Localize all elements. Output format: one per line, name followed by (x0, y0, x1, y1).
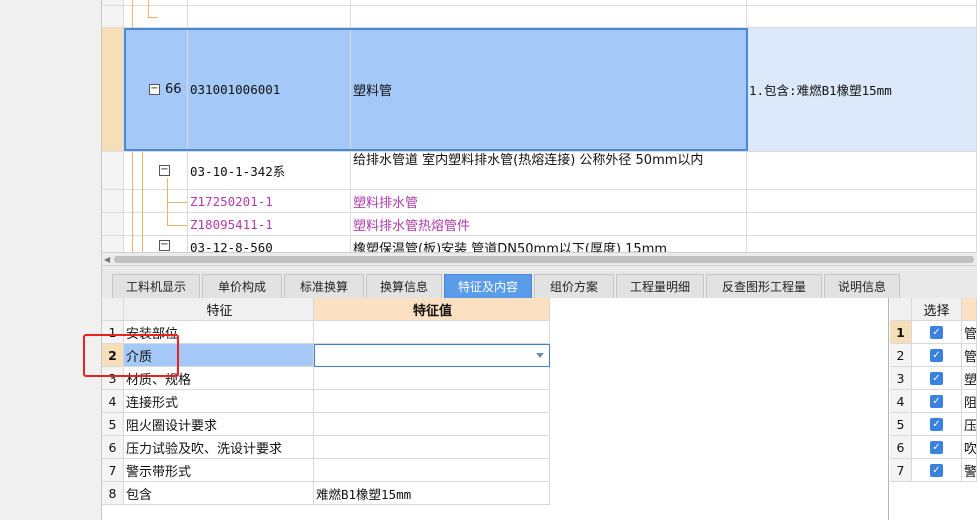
item-name[interactable]: 给排水管道 室内塑料排水管(热熔连接) 公称外径 50mm以内 (351, 152, 747, 189)
content-text[interactable]: 压 (962, 413, 977, 435)
content-text[interactable]: 塑 (962, 367, 977, 389)
collapse-icon[interactable]: − (159, 165, 170, 176)
row-number: 66 (165, 82, 182, 97)
tab-standard-conversion[interactable]: 标准换算 (284, 274, 364, 298)
feature-name[interactable]: 压力试验及吹、洗设计要求 (124, 436, 314, 458)
tab-pricing-plan[interactable]: 组价方案 (534, 274, 614, 298)
feature-value[interactable] (314, 390, 550, 412)
checkbox-checked-icon[interactable]: ✓ (930, 325, 943, 339)
scrollbar-thumb[interactable] (114, 256, 974, 263)
item-code[interactable]: 03-10-1-342系 (188, 152, 351, 189)
feature-row[interactable]: 8 包含 难燃B1橡塑15mm (102, 482, 550, 505)
feature-column-header[interactable]: 特征 (124, 298, 314, 320)
selection-row[interactable]: 1 ✓ 管 (890, 321, 977, 344)
collapse-icon[interactable]: − (159, 240, 170, 251)
selection-row[interactable]: 6 ✓ 吹 (890, 436, 977, 459)
feature-value[interactable]: 难燃B1橡塑15mm (314, 482, 550, 504)
content-column-header[interactable] (962, 298, 977, 320)
content-text[interactable]: 阻 (962, 390, 977, 412)
tab-unit-price[interactable]: 单价构成 (202, 274, 282, 298)
tab-conversion-info[interactable]: 换算信息 (366, 274, 442, 298)
item-name[interactable]: 塑料管 (351, 28, 747, 151)
checkbox-checked-icon[interactable]: ✓ (930, 394, 943, 408)
item-code[interactable]: 03-12-8-560 (188, 236, 351, 252)
item-name[interactable]: 塑料排水管热熔管件 (351, 213, 747, 235)
feature-row[interactable]: 4 连接形式 (102, 390, 550, 413)
tree-line (167, 202, 187, 203)
table-row[interactable]: Z17250201-1 塑料排水管 (102, 190, 977, 213)
tree-line (148, 17, 158, 18)
feature-value[interactable] (314, 367, 550, 389)
feature-name[interactable]: 安装部位 (124, 321, 314, 343)
feature-name[interactable]: 材质、规格 (124, 367, 314, 389)
table-row[interactable] (102, 6, 977, 28)
tab-quantity-detail[interactable]: 工程量明细 (616, 274, 704, 298)
table-row-selected[interactable]: − 66 031001006001 塑料管 1.包含:难燃B1橡塑15mm (102, 28, 977, 152)
content-text[interactable]: 吹 (962, 436, 977, 458)
select-column-header[interactable]: 选择 (912, 298, 962, 320)
feature-name[interactable]: 警示带形式 (124, 459, 314, 481)
feature-row[interactable]: 1 安装部位 (102, 321, 550, 344)
selection-row[interactable]: 2 ✓ 管 (890, 344, 977, 367)
item-name[interactable]: 塑料排水管 (351, 190, 747, 212)
feature-row[interactable]: 7 警示带形式 (102, 459, 550, 482)
tab-labor-material[interactable]: 工料机显示 (112, 274, 200, 298)
feature-row[interactable]: 5 阻火圈设计要求 (102, 413, 550, 436)
detail-tab-bar: 工料机显示 单价构成 标准换算 换算信息 特征及内容 组价方案 工程量明细 反查… (102, 266, 977, 298)
feature-name[interactable]: 连接形式 (124, 390, 314, 412)
tab-features-content[interactable]: 特征及内容 (444, 274, 532, 298)
feature-row[interactable]: 3 材质、规格 (102, 367, 550, 390)
chevron-down-icon[interactable] (536, 353, 544, 358)
table-row[interactable]: Z18095411-1 塑料排水管热熔管件 (102, 213, 977, 236)
content-text[interactable]: 管 (962, 321, 977, 343)
feature-name[interactable]: 介质 (124, 344, 314, 366)
selection-row[interactable]: 5 ✓ 压 (890, 413, 977, 436)
horizontal-scrollbar[interactable]: ◀ (102, 252, 977, 266)
checkbox-checked-icon[interactable]: ✓ (930, 348, 943, 362)
item-code[interactable]: 031001006001 (188, 28, 351, 151)
selection-row[interactable]: 3 ✓ 塑 (890, 367, 977, 390)
feature-header-row: 特征 特征值 (102, 298, 550, 321)
feature-value[interactable] (314, 459, 550, 481)
feature-value[interactable] (314, 413, 550, 435)
tree-line (142, 152, 143, 252)
tree-line (132, 152, 133, 252)
tree-line (148, 0, 149, 18)
item-code[interactable]: Z17250201-1 (188, 190, 351, 212)
selection-row[interactable]: 7 ✓ 警 (890, 459, 977, 482)
tab-description[interactable]: 说明信息 (824, 274, 900, 298)
feature-name[interactable]: 阻火圈设计要求 (124, 413, 314, 435)
feature-name[interactable]: 包含 (124, 482, 314, 504)
bill-items-grid: − 66 031001006001 塑料管 1.包含:难燃B1橡塑15mm − … (102, 0, 977, 252)
checkbox-checked-icon[interactable]: ✓ (930, 463, 943, 477)
feature-value-dropdown[interactable] (314, 344, 550, 367)
table-row[interactable]: − 03-10-1-342系 给排水管道 室内塑料排水管(热熔连接) 公称外径 … (102, 152, 977, 190)
content-text[interactable]: 警 (962, 459, 977, 481)
tree-line (132, 0, 133, 28)
checkbox-checked-icon[interactable]: ✓ (930, 440, 943, 454)
item-feature[interactable]: 1.包含:难燃B1橡塑15mm (747, 28, 977, 151)
value-column-header[interactable]: 特征值 (314, 298, 550, 320)
panel-splitter[interactable] (888, 298, 889, 520)
checkbox-checked-icon[interactable]: ✓ (930, 371, 943, 385)
tab-reverse-quantity[interactable]: 反查图形工程量 (706, 274, 822, 298)
feature-value[interactable] (314, 436, 550, 458)
tree-line (167, 225, 187, 226)
selection-header-row: 选择 (890, 298, 977, 321)
feature-row[interactable]: 6 压力试验及吹、洗设计要求 (102, 436, 550, 459)
collapse-icon[interactable]: − (149, 84, 160, 95)
table-row[interactable]: − 03-12-8-560 橡塑保温管(板)安装 管道DN50mm以下(厚度) … (102, 236, 977, 252)
scroll-left-icon[interactable]: ◀ (104, 255, 110, 264)
item-name[interactable]: 橡塑保温管(板)安装 管道DN50mm以下(厚度) 15mm (351, 236, 747, 252)
content-text[interactable]: 管 (962, 344, 977, 366)
selection-row[interactable]: 4 ✓ 阻 (890, 390, 977, 413)
item-code[interactable]: Z18095411-1 (188, 213, 351, 235)
feature-value[interactable] (314, 321, 550, 343)
feature-row-current[interactable]: 2 介质 (102, 344, 550, 367)
left-panel-strip (0, 0, 102, 520)
checkbox-checked-icon[interactable]: ✓ (930, 417, 943, 431)
